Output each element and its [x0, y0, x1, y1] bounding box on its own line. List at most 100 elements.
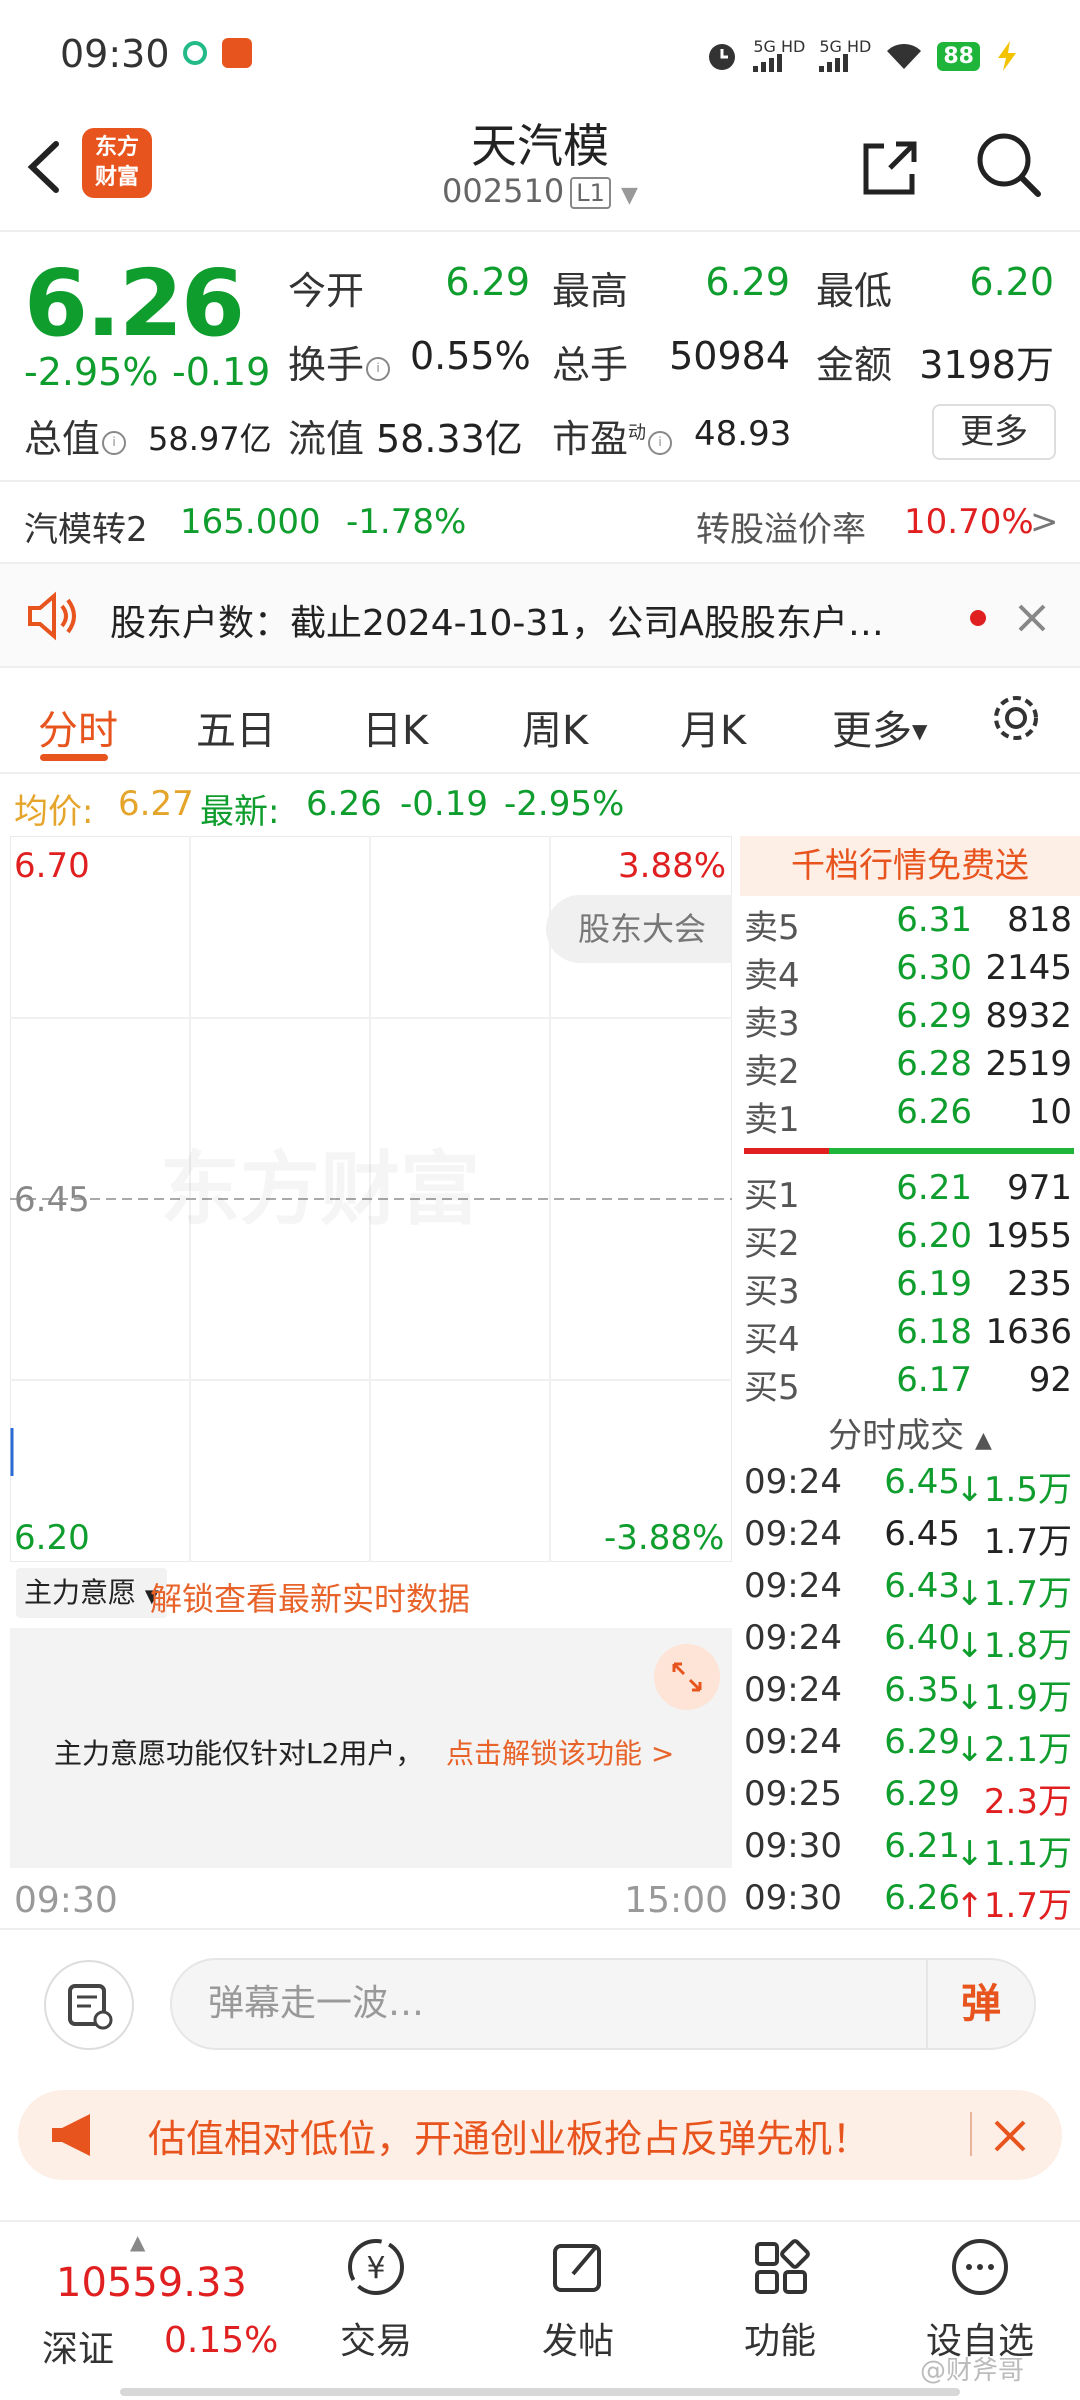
- bid-row[interactable]: 买3 6.19 235: [740, 1264, 1080, 1312]
- share-button[interactable]: [850, 128, 930, 208]
- trade-row: 09:24 6.43 ↓1.7万: [740, 1566, 1080, 1616]
- tab-more[interactable]: 更多▼: [832, 698, 927, 756]
- ask-volume: 818: [1007, 900, 1072, 940]
- battery-indicator: 88: [937, 41, 980, 71]
- ask-label: 卖5: [744, 908, 800, 948]
- trade-volume: ↑1.7万: [955, 1886, 1072, 1926]
- bid-row[interactable]: 买4 6.18 1636: [740, 1312, 1080, 1360]
- turnover-label-text: 换手: [288, 343, 365, 387]
- trade-volume: ↓1.1万: [955, 1834, 1072, 1874]
- trade-row: 09:30 6.26 ↑1.7万: [740, 1878, 1080, 1928]
- convertible-bond-row[interactable]: 汽模转2 165.000 -1.78% 转股溢价率 10.70% >: [0, 480, 1080, 562]
- bond-change: -1.78%: [346, 502, 467, 542]
- trades-header[interactable]: 分时成交 ▲: [740, 1408, 1080, 1458]
- chart-top-price: 6.70: [14, 846, 90, 886]
- bid-label: 买4: [744, 1320, 800, 1360]
- danmu-send-button[interactable]: 弹: [926, 1960, 1034, 2048]
- bid-label: 买3: [744, 1272, 800, 1312]
- unlock-feature-link[interactable]: 点击解锁该功能 >: [446, 1732, 674, 1772]
- megaphone-icon: [52, 2114, 90, 2156]
- free-level2-banner[interactable]: 千档行情免费送: [740, 836, 1080, 896]
- shareholder-meeting-tag[interactable]: 股东大会: [546, 895, 732, 963]
- bid-price: 6.19: [896, 1264, 972, 1304]
- expand-button[interactable]: [654, 1644, 720, 1710]
- trade-price: 6.21: [884, 1826, 960, 1866]
- bid-row[interactable]: 买1 6.21 971: [740, 1168, 1080, 1216]
- trade-time: 09:30: [744, 1878, 842, 1918]
- main-force-notice: 主力意愿功能仅针对L2用户，: [54, 1737, 424, 1770]
- unlock-link[interactable]: 解锁查看最新实时数据: [150, 1574, 470, 1620]
- trade-volume: 2.3万: [983, 1782, 1072, 1822]
- time-start: 09:30: [14, 1880, 118, 1921]
- ask-row[interactable]: 卖4 6.30 2145: [740, 948, 1080, 996]
- trade-volume: ↓1.5万: [955, 1470, 1072, 1510]
- danmu-placeholder: 弹幕走一波…: [208, 1983, 425, 2024]
- chevron-down-icon: ▼: [621, 183, 638, 208]
- ask-row[interactable]: 卖1 6.26 10: [740, 1092, 1080, 1140]
- pe-label[interactable]: 市盈动 i: [552, 408, 673, 463]
- active-tab-indicator: [40, 754, 108, 761]
- close-icon[interactable]: [988, 2114, 1032, 2158]
- main-force-select[interactable]: 主力意愿 ▼: [16, 1568, 167, 1618]
- market-cap-label[interactable]: 总值 i: [24, 408, 127, 463]
- more-button[interactable]: 更多: [932, 404, 1056, 460]
- ask-row[interactable]: 卖3 6.29 8932: [740, 996, 1080, 1044]
- nav-post-label: 发帖: [541, 2321, 614, 2362]
- latest-label: 最新:: [200, 792, 280, 832]
- search-button[interactable]: [968, 124, 1048, 204]
- danmu-settings-button[interactable]: [44, 1960, 134, 2050]
- tab-intraday[interactable]: 分时: [38, 698, 118, 756]
- avg-price-row: 均价: 6.27 最新: 6.26 -0.19 -2.95%: [0, 774, 1080, 834]
- index-widget[interactable]: ▲ 10559.33 深证 0.15%: [30, 2230, 278, 2390]
- alarm-icon: [709, 44, 736, 70]
- ask-row[interactable]: 卖2 6.28 2519: [740, 1044, 1080, 1092]
- trade-price: 6.26: [884, 1878, 960, 1918]
- trade-row: 09:24 6.45 ↓1.5万: [740, 1462, 1080, 1512]
- nav-functions[interactable]: 功能: [690, 2234, 870, 2384]
- trade-price: 6.29: [884, 1722, 960, 1762]
- pe-sup: 动: [628, 422, 647, 444]
- bid-row[interactable]: 买2 6.20 1955: [740, 1216, 1080, 1264]
- nav-trade[interactable]: ¥ 交易: [286, 2234, 466, 2384]
- chevron-up-icon: ▲: [130, 2230, 146, 2254]
- nav-functions-label: 功能: [743, 2321, 816, 2362]
- ask-price: 6.31: [896, 900, 972, 940]
- tab-daily-k[interactable]: 日K: [362, 698, 428, 756]
- trade-row: 09:30 6.21 ↓1.1万: [740, 1826, 1080, 1876]
- tab-weekly-k[interactable]: 周K: [522, 698, 588, 756]
- close-icon[interactable]: [1012, 598, 1052, 638]
- promo-banner[interactable]: 估值相对低位，开通创业板抢占反弹先机！: [18, 2090, 1062, 2180]
- tab-monthly-k[interactable]: 月K: [680, 698, 746, 756]
- ask-volume: 2145: [985, 948, 1072, 988]
- ask-row[interactable]: 卖5 6.31 818: [740, 900, 1080, 948]
- trade-volume: ↓2.1万: [955, 1730, 1072, 1770]
- volume-label: 总手: [552, 343, 629, 387]
- trade-price: 6.45: [884, 1462, 960, 1502]
- bid-row[interactable]: 买5 6.17 92: [740, 1360, 1080, 1408]
- trade-row: 09:24 6.40 ↓1.8万: [740, 1618, 1080, 1668]
- index-value: 10559.33: [56, 2260, 247, 2306]
- trade-time: 09:24: [744, 1514, 842, 1554]
- chart-bottom-percent: -3.88%: [604, 1518, 725, 1558]
- avg-value: 6.27: [118, 784, 194, 824]
- ask-volume: 2519: [985, 1044, 1072, 1084]
- gear-icon[interactable]: [988, 690, 1044, 746]
- trade-price: 6.29: [884, 1774, 960, 1814]
- nav-post[interactable]: 发帖: [488, 2234, 668, 2384]
- bid-ask-ratio-bar: [744, 1148, 1074, 1154]
- stock-header: 东方 财富 天汽模 002510 L1 ▼: [0, 110, 1080, 230]
- high-value: 6.29: [705, 260, 790, 304]
- trade-price: 6.35: [884, 1670, 960, 1710]
- tab-five-day[interactable]: 五日: [196, 698, 276, 756]
- chart-top-percent: 3.88%: [618, 846, 727, 886]
- turnover-label[interactable]: 换手 i: [288, 334, 391, 389]
- trade-price: 6.40: [884, 1618, 960, 1658]
- trade-row: 09:24 6.45 1.7万: [740, 1514, 1080, 1564]
- status-icons: 5G HD 5G HD 88: [705, 36, 1020, 76]
- danmu-icon: [68, 1984, 113, 2030]
- danmu-input[interactable]: 弹幕走一波… 弹: [170, 1958, 1036, 2050]
- announcement-bar[interactable]: 股东户数：截止2024-10-31，公司A股股东户…: [0, 562, 1080, 668]
- trade-row: 09:24 6.29 ↓2.1万: [740, 1722, 1080, 1772]
- float-value: 58.33亿: [376, 417, 523, 461]
- index-name: 深证: [42, 2329, 115, 2370]
